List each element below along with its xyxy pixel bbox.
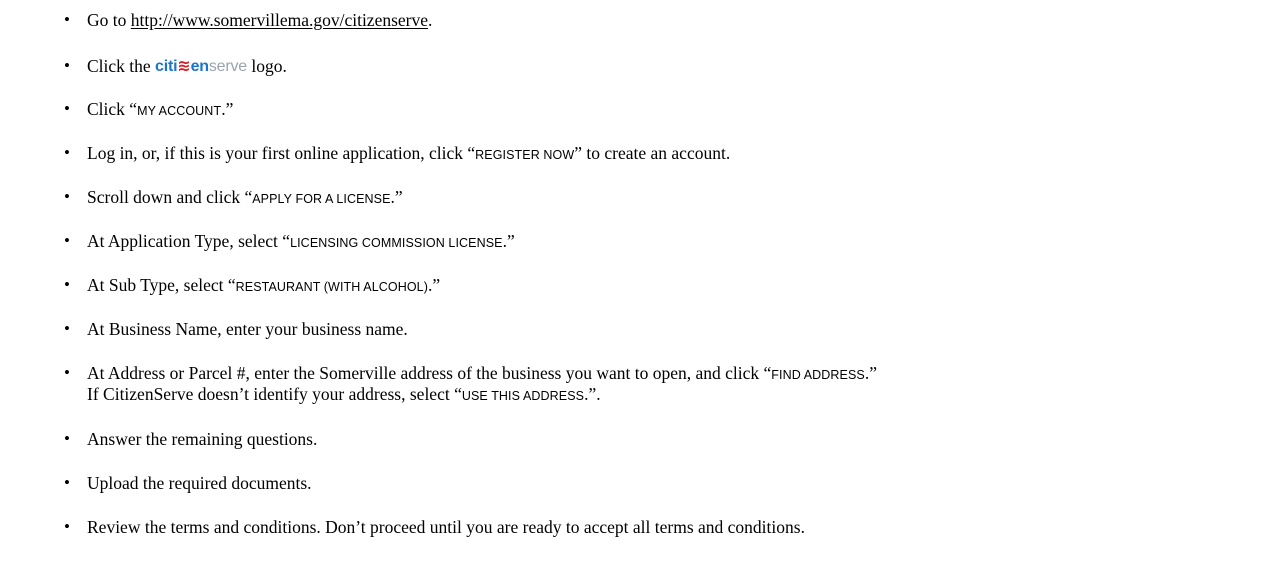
bullet: •	[64, 275, 70, 294]
step-text-pre: If CitizenServe doesn’t identify your ad…	[87, 384, 462, 404]
step-text-post: .”	[427, 275, 441, 295]
step-text-pre: Log in, or, if this is your first online…	[87, 143, 476, 163]
bullet: •	[64, 99, 70, 118]
step-text-post: .	[428, 10, 433, 30]
ui-term: RESTAURANT (WITH ALCOHOL)	[235, 280, 428, 294]
ui-term: REGISTER NOW	[475, 148, 575, 162]
instructions-page: • Go to http://www.somervillema.gov/citi…	[0, 0, 1261, 573]
step-text-line2: If CitizenServe doesn’t identify your ad…	[87, 383, 601, 407]
step-text-post: .”	[390, 187, 403, 207]
step-text-post: ” to create an account.	[574, 143, 731, 163]
step-text-post: .”	[221, 99, 234, 119]
step-text-post: .”	[864, 363, 878, 383]
step-text: Log in, or, if this is your first online…	[87, 142, 730, 166]
ui-term: APPLY FOR A LICENSE	[252, 192, 391, 206]
step-text-post: .”	[502, 231, 515, 251]
ui-term: USE THIS ADDRESS	[461, 389, 585, 403]
step-text: Click the citi≋enserve logo.	[87, 55, 287, 79]
step-text: Go to http://www.somervillema.gov/citize…	[87, 9, 432, 31]
bullet: •	[64, 473, 70, 492]
bullet: •	[64, 363, 70, 382]
step-text: At Application Type, select “LICENSING C…	[87, 230, 515, 254]
step-text: Scroll down and click “APPLY FOR A LICEN…	[87, 186, 403, 210]
bullet: •	[64, 10, 70, 29]
bullet: •	[64, 143, 70, 162]
logo-wave-icon: ≋	[177, 58, 191, 75]
citizenserve-link[interactable]: http://www.somervillema.gov/citizenserve	[131, 10, 428, 30]
bullet: •	[64, 517, 70, 536]
bullet: •	[64, 56, 70, 75]
citizenserve-logo: citi≋enserve	[155, 58, 248, 75]
step-text-post: .”.	[584, 384, 601, 404]
step-text: Upload the required documents.	[87, 473, 312, 493]
bullet: •	[64, 319, 70, 338]
step-text-pre: Scroll down and click “	[87, 187, 253, 207]
bullet: •	[64, 187, 70, 206]
step-text-pre: At Sub Type, select “	[87, 275, 236, 295]
bullet: •	[64, 429, 70, 448]
step-text: At Sub Type, select “RESTAURANT (WITH AL…	[87, 274, 440, 298]
ui-term: FIND ADDRESS	[771, 368, 865, 382]
bullet: •	[64, 231, 70, 250]
step-text-post: logo.	[247, 56, 287, 76]
step-text: Answer the remaining questions.	[87, 429, 318, 449]
step-text: At Business Name, enter your business na…	[87, 319, 408, 339]
ui-term: MY ACCOUNT	[137, 104, 222, 118]
step-text-pre: Click the	[87, 56, 156, 76]
step-text-pre: At Application Type, select “	[87, 231, 291, 251]
step-text: Click “MY ACCOUNT.”	[87, 98, 233, 122]
ui-term: LICENSING COMMISSION LICENSE	[290, 236, 503, 250]
step-text: Review the terms and conditions. Don’t p…	[87, 517, 805, 537]
step-text-pre: At Address or Parcel #, enter the Somerv…	[87, 363, 772, 383]
step-text-pre: Click “	[87, 99, 138, 119]
step-text-pre: Go to	[87, 10, 131, 30]
